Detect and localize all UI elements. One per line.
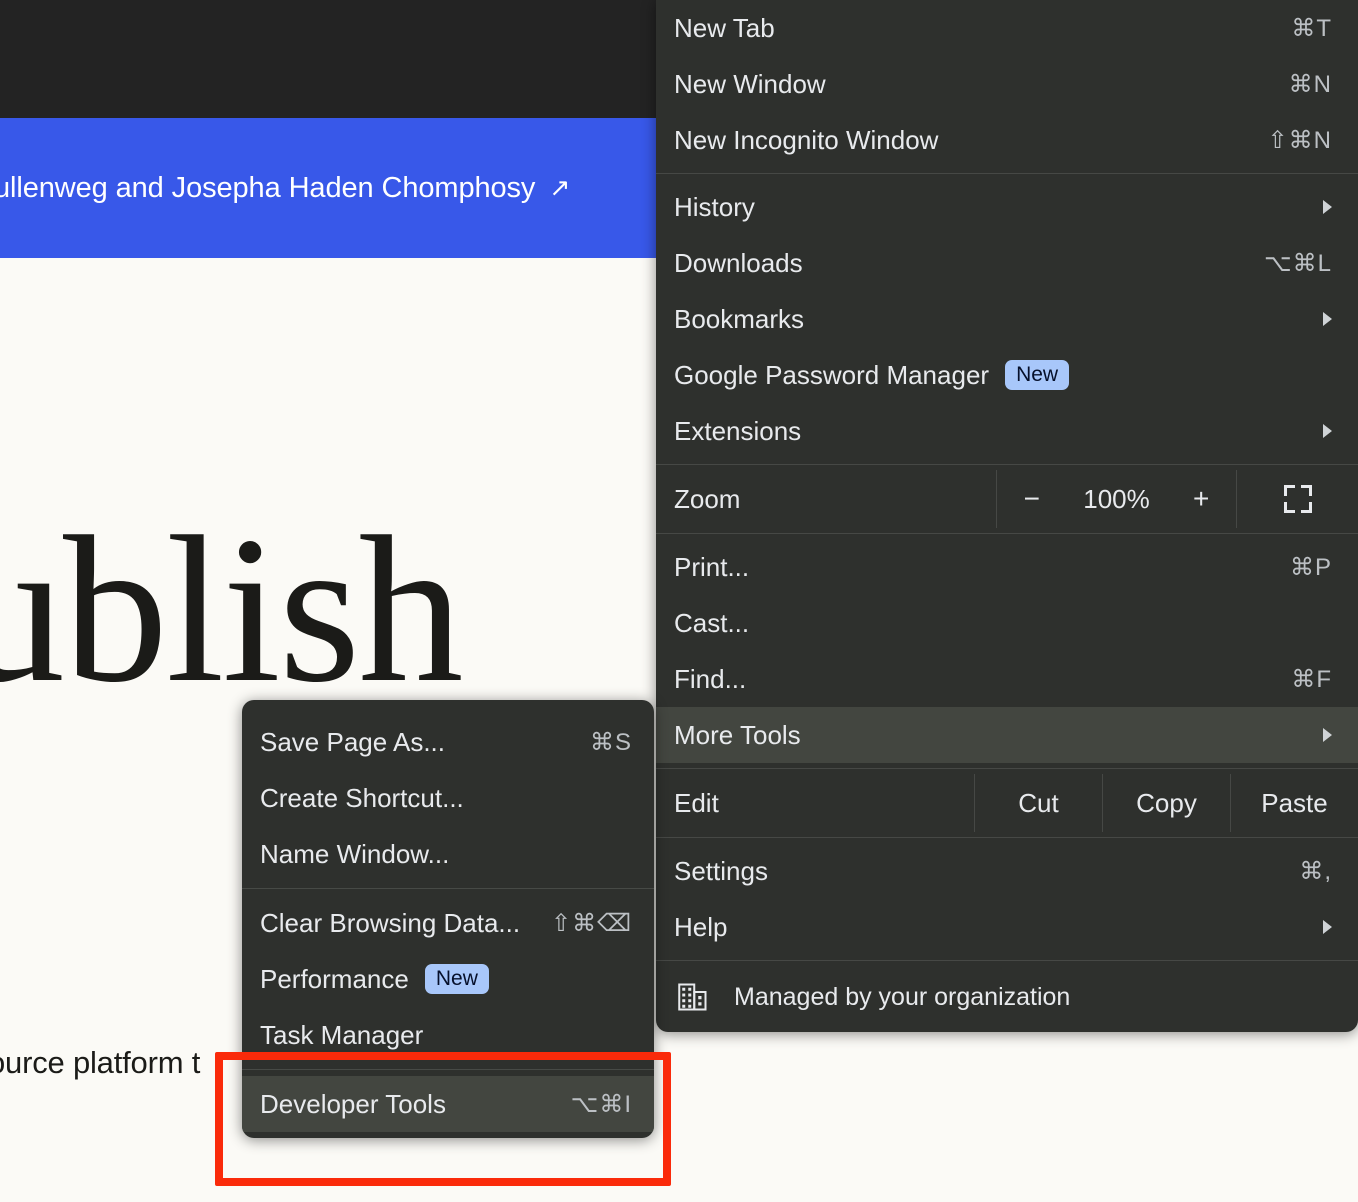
submenu-item-performance[interactable]: Performance New (242, 951, 654, 1007)
submenu-item-create-shortcut[interactable]: Create Shortcut... (242, 770, 654, 826)
menu-item-shortcut: ⌘F (1291, 665, 1332, 693)
menu-item-label: Bookmarks (674, 303, 805, 334)
external-link-arrow-icon: ↗ (549, 174, 571, 202)
submenu-item-clear-browsing-data[interactable]: Clear Browsing Data... ⇧⌘⌫ (242, 895, 654, 951)
submenu-item-developer-tools[interactable]: Developer Tools ⌥⌘I (242, 1076, 654, 1132)
managed-label: Managed by your organization (734, 982, 1071, 1011)
menu-item-label: Help (674, 911, 728, 942)
chevron-right-icon (1323, 920, 1332, 934)
menu-item-label: New Tab (674, 12, 775, 43)
zoom-level-value: 100% (1083, 483, 1150, 514)
chevron-right-icon (1323, 728, 1332, 742)
menu-separator (656, 173, 1358, 174)
menu-row-edit: Edit Cut Copy Paste (656, 774, 1358, 832)
page-hero-heading: ublish (0, 494, 463, 726)
managed-by-organization-item[interactable]: Managed by your organization (656, 966, 1358, 1028)
menu-item-google-password-manager[interactable]: Google Password Manager New (656, 347, 1358, 403)
more-tools-submenu: Save Page As... ⌘S Create Shortcut... Na… (242, 700, 654, 1138)
menu-item-label: Downloads (674, 247, 803, 278)
menu-item-label: Create Shortcut... (260, 782, 464, 813)
menu-row-zoom: Zoom − 100% + (656, 470, 1358, 528)
paste-button[interactable]: Paste (1230, 774, 1358, 832)
menu-item-label: Name Window... (260, 838, 450, 869)
menu-item-more-tools[interactable]: More Tools (656, 707, 1358, 763)
menu-item-label: New Incognito Window (674, 124, 939, 155)
copy-button[interactable]: Copy (1102, 774, 1230, 832)
menu-item-find[interactable]: Find... ⌘F (656, 651, 1358, 707)
menu-separator (242, 1069, 654, 1070)
menu-item-label: Task Manager (260, 1019, 424, 1050)
menu-item-label: Save Page As... (260, 726, 446, 757)
menu-item-label: Cast... (674, 607, 750, 638)
menu-item-new-incognito-window[interactable]: New Incognito Window ⇧⌘N (656, 112, 1358, 168)
menu-item-new-tab[interactable]: New Tab ⌘T (656, 0, 1358, 56)
menu-item-extensions[interactable]: Extensions (656, 403, 1358, 459)
menu-item-label: Print... (674, 551, 750, 582)
menu-item-label: Clear Browsing Data... (260, 907, 521, 938)
menu-item-settings[interactable]: Settings ⌘, (656, 843, 1358, 899)
submenu-item-name-window[interactable]: Name Window... (242, 826, 654, 882)
menu-separator (656, 837, 1358, 838)
new-badge: New (424, 964, 489, 994)
menu-item-label: Settings (674, 855, 768, 886)
menu-separator (656, 533, 1358, 534)
menu-item-shortcut: ⌥⌘L (1263, 249, 1332, 277)
menu-item-history[interactable]: History (656, 179, 1358, 235)
menu-item-label: Find... (674, 663, 747, 694)
zoom-in-button[interactable]: + (1183, 483, 1219, 515)
menu-item-shortcut: ⌘N (1288, 70, 1332, 98)
edit-label: Edit (674, 787, 719, 818)
menu-item-shortcut: ⌘T (1291, 14, 1332, 42)
cut-button[interactable]: Cut (974, 774, 1102, 832)
menu-item-shortcut: ⌘, (1299, 857, 1332, 885)
menu-item-cast[interactable]: Cast... (656, 595, 1358, 651)
chrome-main-menu: New Tab ⌘T New Window ⌘N New Incognito W… (656, 0, 1358, 1032)
menu-item-shortcut: ⇧⌘N (1267, 126, 1332, 154)
zoom-controls: − 100% + (996, 470, 1236, 528)
menu-item-label: Google Password Manager (674, 359, 990, 390)
fullscreen-button[interactable] (1236, 470, 1358, 528)
menu-item-shortcut: ⌘P (1289, 553, 1332, 581)
menu-item-shortcut: ⌘S (589, 728, 632, 756)
menu-separator (656, 464, 1358, 465)
menu-separator (656, 768, 1358, 769)
menu-item-label: New Window (674, 68, 826, 99)
menu-item-downloads[interactable]: Downloads ⌥⌘L (656, 235, 1358, 291)
menu-separator (656, 960, 1358, 961)
page-announcement-banner[interactable]: ullenweg and Josepha Haden Chomphosy ↗ (0, 118, 660, 258)
submenu-item-task-manager[interactable]: Task Manager (242, 1007, 654, 1063)
chevron-right-icon (1323, 424, 1332, 438)
new-badge: New (1005, 360, 1070, 390)
menu-item-new-window[interactable]: New Window ⌘N (656, 56, 1358, 112)
fullscreen-icon (1283, 485, 1312, 513)
zoom-out-button[interactable]: − (1014, 483, 1050, 515)
chevron-right-icon (1323, 312, 1332, 326)
menu-item-label: More Tools (674, 719, 801, 750)
menu-item-help[interactable]: Help (656, 899, 1358, 955)
menu-item-print[interactable]: Print... ⌘P (656, 539, 1358, 595)
menu-item-label: Performance (260, 963, 409, 994)
menu-item-shortcut: ⇧⌘⌫ (550, 909, 632, 937)
page-header-bar (0, 0, 660, 118)
menu-item-label: Extensions (674, 415, 802, 446)
building-icon (678, 983, 707, 1011)
menu-item-bookmarks[interactable]: Bookmarks (656, 291, 1358, 347)
zoom-label: Zoom (674, 483, 741, 514)
menu-item-label: Developer Tools (260, 1088, 446, 1119)
menu-separator (242, 888, 654, 889)
banner-text: ullenweg and Josepha Haden Chomphosy (0, 171, 536, 204)
menu-item-label: History (674, 191, 755, 222)
chevron-right-icon (1323, 200, 1332, 214)
menu-item-shortcut: ⌥⌘I (570, 1090, 632, 1118)
submenu-item-save-page-as[interactable]: Save Page As... ⌘S (242, 714, 654, 770)
screenshot-root: ullenweg and Josepha Haden Chomphosy ↗ u… (0, 0, 1358, 1202)
page-subtext: ource platform t (0, 1045, 201, 1080)
